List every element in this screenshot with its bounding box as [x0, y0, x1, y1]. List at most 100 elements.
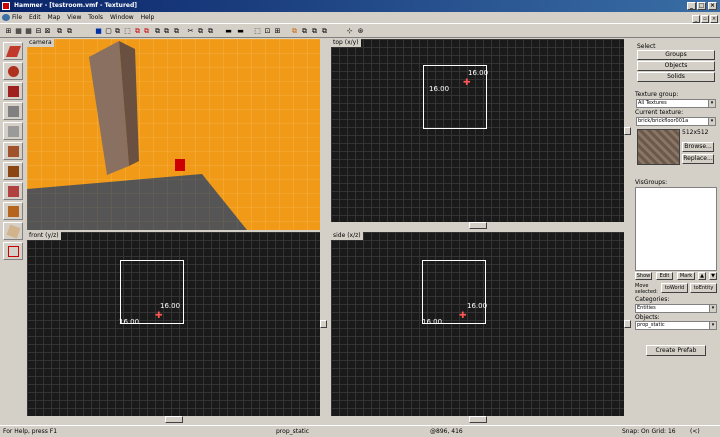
tie-entity-icon[interactable]: ⬚	[123, 27, 132, 36]
helpers-icon[interactable]: ⊞	[273, 27, 282, 36]
to-world-button[interactable]: toWorld	[661, 283, 688, 293]
objects-label: Objects:	[635, 314, 660, 321]
cut-icon[interactable]: ✂	[186, 27, 195, 36]
decal-tool[interactable]	[3, 182, 23, 200]
run-map-icon[interactable]: ⊛	[356, 27, 365, 36]
replace-button[interactable]: Replace...	[682, 154, 714, 164]
menu-edit[interactable]: Edit	[29, 12, 41, 23]
edit-button[interactable]: Edit	[656, 272, 673, 280]
menu-view[interactable]: View	[67, 12, 81, 23]
selection-tool[interactable]	[3, 42, 23, 60]
create-prefab-button[interactable]: Create Prefab	[646, 345, 706, 356]
to-entity-button[interactable]: toEntity	[690, 283, 717, 293]
top-horizontal-scrollbar[interactable]	[331, 222, 624, 229]
entity-tool[interactable]	[3, 102, 23, 120]
selection-box-front[interactable]	[120, 260, 184, 324]
magnify-tool[interactable]	[3, 62, 23, 80]
vertex-icon	[8, 246, 19, 257]
origin-marker-icon[interactable]: ✚	[155, 311, 163, 321]
doc-minimize-button[interactable]: _	[692, 15, 700, 23]
texture-preview[interactable]	[637, 129, 680, 165]
texture-lock-icon[interactable]: ⊟	[34, 27, 43, 36]
vertex-tool[interactable]	[3, 242, 23, 260]
cordon-icon[interactable]: ⧉	[133, 27, 142, 36]
doc-restore-button[interactable]: ▫	[701, 15, 709, 23]
paste-icon[interactable]: ⧉	[196, 27, 205, 36]
magnify-icon	[8, 66, 19, 77]
objects-select[interactable]: prop_static ▾	[635, 321, 717, 330]
menu-file[interactable]: File	[12, 12, 22, 23]
selection-box-side[interactable]	[422, 260, 486, 324]
apply-texture-tool[interactable]	[3, 162, 23, 180]
block-tool[interactable]	[3, 122, 23, 140]
front-horizontal-scrollbar[interactable]	[27, 416, 320, 423]
entity-report-icon[interactable]: ▬	[236, 27, 245, 36]
hide-icon[interactable]: ■	[94, 27, 103, 36]
prop-static-object[interactable]	[175, 159, 185, 171]
origin-marker-icon[interactable]: ✚	[459, 311, 467, 321]
free-icon[interactable]: ⧉	[153, 27, 162, 36]
decal-icon[interactable]: ⧉	[300, 27, 309, 36]
snap-icon[interactable]: ⊹	[345, 27, 354, 36]
menu-help[interactable]: Help	[141, 12, 155, 23]
move-down-icon[interactable]: ▼	[709, 272, 717, 280]
side-horizontal-scrollbar[interactable]	[331, 416, 624, 423]
close-button[interactable]: ×	[708, 2, 717, 10]
origin-marker-icon[interactable]: ✚	[463, 78, 471, 88]
doc-close-button[interactable]: ×	[710, 15, 718, 23]
clipping-tool[interactable]	[3, 222, 23, 240]
select-all-icon[interactable]: ⬚	[253, 27, 262, 36]
mark-button[interactable]: Mark	[677, 272, 695, 280]
status-zoom: (<)	[690, 428, 700, 435]
front-viewport[interactable]: front (y/z) 16.00 16.00 ✚	[27, 232, 320, 416]
browse-button[interactable]: Browse...	[682, 142, 714, 152]
cordon-edit-icon[interactable]: ⧉	[142, 27, 151, 36]
copy-icon[interactable]: ⧉	[113, 27, 122, 36]
visgroups-list[interactable]	[635, 187, 717, 271]
minimize-button[interactable]: _	[687, 2, 696, 10]
camera-viewport-label: camera	[27, 39, 54, 47]
compile-icon[interactable]: ⧉	[320, 27, 329, 36]
camera-tool[interactable]	[3, 82, 23, 100]
camera-view-icon[interactable]: ⊡	[263, 27, 272, 36]
show-button[interactable]: Show	[635, 272, 652, 280]
overlay-tool[interactable]	[3, 202, 23, 220]
texture-tool[interactable]	[3, 142, 23, 160]
menu-map[interactable]: Map	[48, 12, 61, 23]
maximize-button[interactable]: □	[697, 2, 706, 10]
groups-button[interactable]: Groups	[637, 50, 715, 60]
categories-select[interactable]: Entities ▾	[635, 304, 717, 313]
top-viewport[interactable]: top (x/y) 16.00 16.00 ✚	[331, 39, 624, 222]
front-vertical-scrollbar[interactable]	[320, 232, 327, 416]
show-3d-grid-icon[interactable]: ⊠	[43, 27, 52, 36]
model-icon[interactable]: ⧉	[290, 27, 299, 36]
top-vertical-scrollbar[interactable]	[624, 39, 631, 222]
grid-smaller-icon[interactable]: ▦	[14, 27, 23, 36]
move-up-icon[interactable]: ▲	[698, 272, 706, 280]
overlay-icon[interactable]: ⧉	[310, 27, 319, 36]
grid-toggle-icon[interactable]: ⊞	[4, 27, 13, 36]
paste-special-icon[interactable]: ⧉	[206, 27, 215, 36]
carve-icon[interactable]: ⧉	[55, 27, 64, 36]
side-vertical-scrollbar[interactable]	[624, 232, 631, 416]
camera-viewport[interactable]: camera	[27, 39, 320, 230]
document-icon[interactable]	[2, 14, 10, 21]
solids-button[interactable]: Solids	[637, 72, 715, 82]
side-viewport[interactable]: side (x/z) 16.00 16.00 ✚	[331, 232, 624, 416]
grid-larger-icon[interactable]: ▦	[24, 27, 33, 36]
decal-icon	[8, 186, 19, 197]
visgroups-label: VisGroups:	[635, 179, 668, 186]
group-icon[interactable]: ⧉	[65, 27, 74, 36]
redo-icon[interactable]: ⧉	[172, 27, 181, 36]
side-viewport-label: side (x/z)	[331, 232, 363, 240]
clipping-icon	[6, 224, 21, 239]
texture-group-select[interactable]: All Textures ▾	[636, 99, 716, 108]
show-icon[interactable]: ▢	[104, 27, 113, 36]
objects-button[interactable]: Objects	[637, 61, 715, 71]
current-texture-select[interactable]: brick/brickfloor001a ▾	[636, 117, 716, 126]
front-dimension-height: 16.00	[119, 318, 140, 326]
menu-window[interactable]: Window	[110, 12, 134, 23]
toggle-group-ignore-icon[interactable]: ▬	[224, 27, 233, 36]
menu-tools[interactable]: Tools	[88, 12, 103, 23]
undo-icon[interactable]: ⧉	[162, 27, 171, 36]
